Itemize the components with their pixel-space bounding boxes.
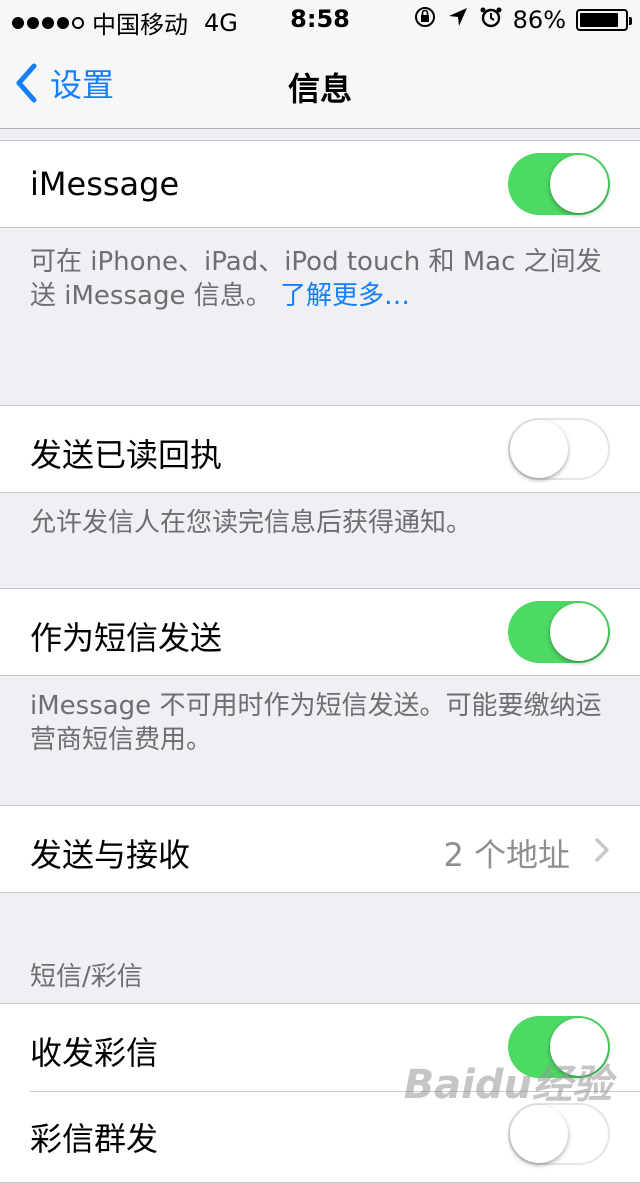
read-receipts-toggle[interactable] — [508, 418, 610, 480]
imessage-toggle[interactable] — [508, 153, 610, 215]
send-as-sms-row: 作为短信发送 — [0, 588, 640, 676]
send-as-sms-label: 作为短信发送 — [30, 619, 223, 657]
navigation-bar: 设置 信息 — [0, 40, 640, 129]
read-receipts-label: 发送已读回执 — [30, 436, 223, 474]
page-title: 信息 — [287, 70, 352, 108]
location-icon — [447, 6, 469, 34]
watermark: Baidu经验 — [403, 1062, 612, 1108]
alarm-icon — [479, 5, 503, 35]
send-receive-row[interactable]: 发送与接收 2 个地址 — [0, 805, 640, 893]
learn-more-link[interactable]: 了解更多… — [280, 281, 410, 311]
rotation-lock-icon — [413, 5, 437, 35]
imessage-footer: 可在 iPhone、iPad、iPod touch 和 Mac 之间发送 iMe… — [30, 245, 610, 313]
send-receive-label: 发送与接收 — [30, 836, 191, 874]
send-receive-detail: 2 个地址 — [443, 836, 570, 874]
group-messaging-label: 彩信群发 — [30, 1120, 159, 1158]
status-bar: 中国移动 4G 8:58 86% — [0, 0, 640, 40]
imessage-row: iMessage — [0, 140, 640, 228]
chevron-right-icon — [595, 838, 609, 862]
mms-label: 收发彩信 — [30, 1034, 159, 1072]
sms-mms-section-header: 短信/彩信 — [30, 962, 143, 992]
send-as-sms-footer: iMessage 不可用时作为短信发送。可能要缴纳运营商短信费用。 — [30, 691, 602, 755]
read-receipts-row: 发送已读回执 — [0, 405, 640, 493]
send-as-sms-toggle[interactable] — [508, 601, 610, 663]
battery-icon — [576, 9, 632, 31]
battery-percent: 86% — [512, 6, 566, 34]
imessage-label: iMessage — [30, 165, 180, 203]
group-messaging-toggle[interactable] — [508, 1103, 610, 1165]
read-receipts-footer: 允许发信人在您读完信息后获得通知。 — [30, 508, 473, 538]
